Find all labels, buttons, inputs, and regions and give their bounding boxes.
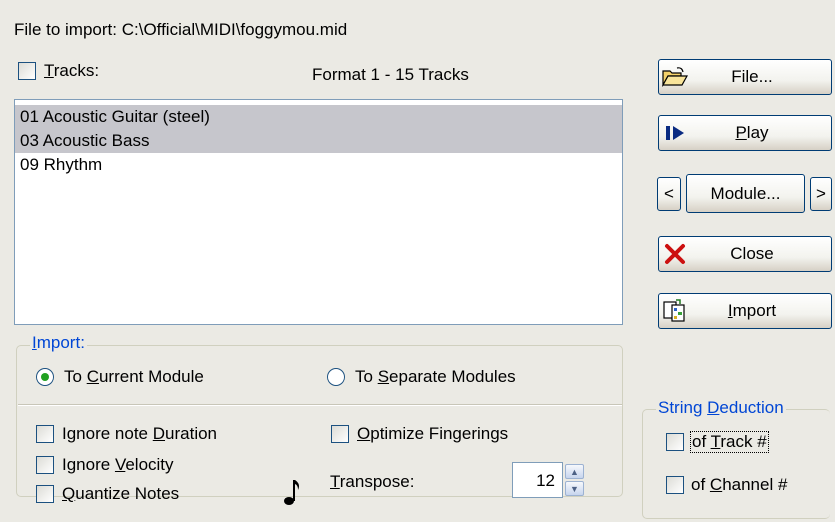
transpose-down-button[interactable]: ▼ [565,481,584,496]
file-to-import-line: File to import: C:\Official\MIDI\foggymo… [14,20,347,40]
file-label: File to import: [14,20,117,39]
music-note-icon [283,478,301,511]
optimize-fingerings-label: Optimize Fingerings [357,424,509,443]
optimize-fingerings-checkbox[interactable] [331,425,349,443]
of-track-checkbox[interactable] [666,433,684,451]
file-button[interactable]: File... [658,59,832,95]
chevron-left-icon: < [664,184,674,203]
transpose-input[interactable]: 12 [512,462,563,498]
module-button-label: Module... [710,183,781,203]
string-deduction-group [642,409,830,519]
tracks-listbox[interactable]: 01 Acoustic Guitar (steel) 03 Acoustic B… [14,99,623,325]
module-button[interactable]: Module... [686,174,805,213]
play-icon [659,125,691,141]
of-channel-label: of Channel # [691,475,788,494]
of-channel-option[interactable]: of Channel # [666,475,787,495]
import-document-icon [659,299,691,323]
import-group-title: Import: [30,333,87,353]
close-button-label: Close [730,244,774,263]
ignore-velocity-checkbox[interactable] [36,456,54,474]
import-divider [18,404,622,406]
quantize-notes-label: Quantize Notes [62,484,180,503]
of-channel-checkbox[interactable] [666,476,684,494]
radio-to-current-module-label: To Current Module [64,367,204,386]
import-button[interactable]: Import [658,293,832,329]
close-x-icon [659,243,691,265]
transpose-up-button[interactable]: ▲ [565,464,584,479]
of-track-option[interactable]: of Track # [666,431,769,453]
radio-to-current-module-button[interactable] [36,368,54,386]
chevron-up-icon: ▲ [570,466,579,477]
file-path: C:\Official\MIDI\foggymou.mid [121,20,348,39]
format-info: Format 1 - 15 Tracks [312,65,469,84]
chevron-right-icon: > [816,184,826,203]
play-button[interactable]: Play [658,115,832,151]
optimize-fingerings-option[interactable]: Optimize Fingerings [331,424,508,444]
ignore-duration-checkbox[interactable] [36,425,54,443]
play-button-label: Play [735,123,769,142]
import-button-label: Import [727,301,777,320]
string-deduction-title: String Deduction [656,398,786,418]
close-button[interactable]: Close [658,236,832,272]
ignore-duration-label: Ignore note Duration [62,424,218,443]
module-prev-button[interactable]: < [657,177,681,211]
tracks-label: Tracks: [44,61,100,80]
open-folder-icon [659,67,691,87]
tracks-checkbox-row[interactable]: Tracks: [18,61,99,81]
ignore-duration-option[interactable]: Ignore note Duration [36,424,217,444]
track-list-item[interactable]: 09 Rhythm [15,153,622,177]
ignore-velocity-label: Ignore Velocity [62,455,174,474]
ignore-velocity-option[interactable]: Ignore Velocity [36,455,174,475]
file-button-label: File... [731,67,773,86]
track-list-item[interactable]: 03 Acoustic Bass [15,129,622,153]
quantize-notes-checkbox[interactable] [36,485,54,503]
radio-to-current-module[interactable]: To Current Module [36,367,204,387]
track-list-item[interactable]: 01 Acoustic Guitar (steel) [15,105,622,129]
tracks-checkbox[interactable] [18,62,36,80]
radio-to-separate-modules-button[interactable] [327,368,345,386]
of-track-label: of Track # [690,431,769,453]
transpose-label: Transpose: [330,472,415,491]
module-next-button[interactable]: > [810,177,832,211]
transpose-value: 12 [536,471,555,490]
chevron-down-icon: ▼ [570,483,579,494]
radio-to-separate-modules[interactable]: To Separate Modules [327,367,516,387]
radio-to-separate-modules-label: To Separate Modules [355,367,516,386]
quantize-notes-option[interactable]: Quantize Notes [36,484,179,504]
